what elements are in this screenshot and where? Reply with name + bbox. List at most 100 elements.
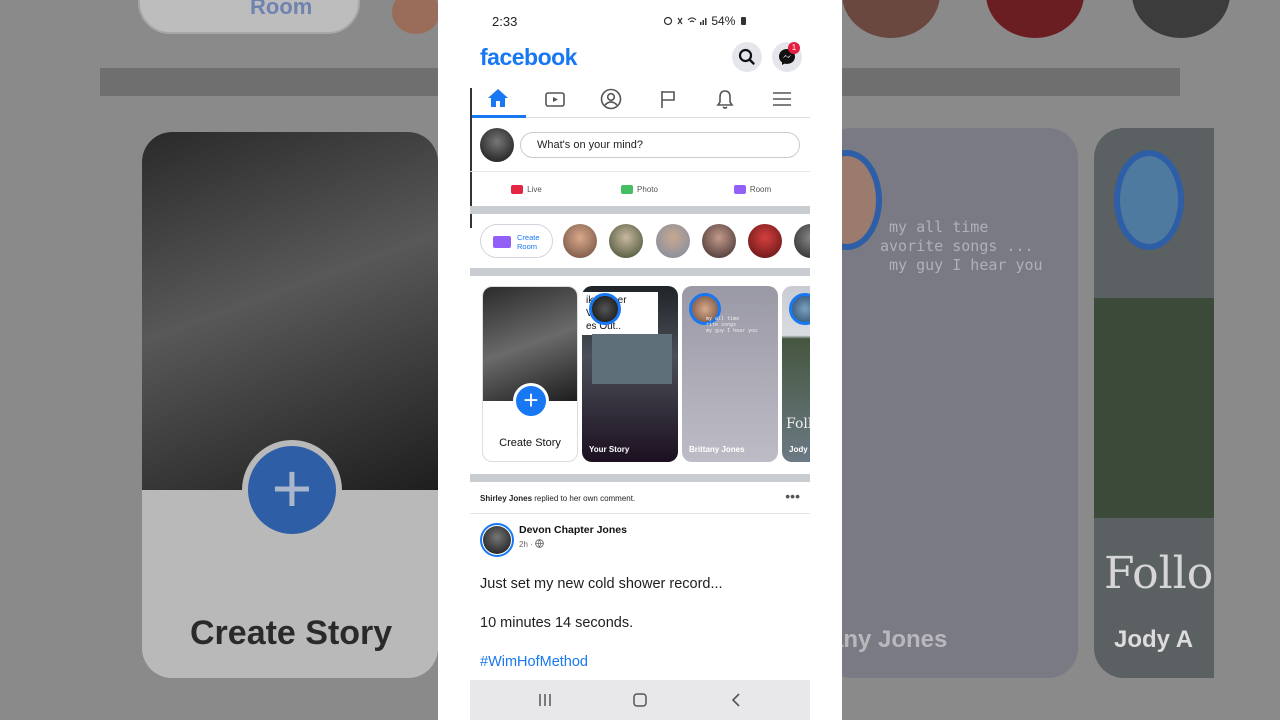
background-divider <box>100 68 438 96</box>
background-story-card: Follo Jody A <box>1094 128 1214 678</box>
live-button[interactable]: Live <box>470 172 583 206</box>
post-meta: 2h · <box>519 539 544 549</box>
flag-icon <box>661 91 675 108</box>
room-avatar[interactable] <box>656 224 690 258</box>
recents-icon <box>539 694 551 706</box>
create-room-label: Create Room <box>517 233 540 251</box>
post-text-line: 10 minutes 14 seconds. <box>480 615 634 631</box>
profile-icon <box>600 88 622 110</box>
bell-icon <box>716 90 734 109</box>
video-frame: Room + Create Story my all time avorite … <box>0 0 1280 720</box>
tab-pages[interactable] <box>640 80 696 118</box>
home-nav-button[interactable] <box>610 680 670 720</box>
tab-watch[interactable] <box>527 80 583 118</box>
post-composer: What's on your mind? <box>470 120 810 172</box>
room-avatar[interactable] <box>794 224 810 258</box>
avatar[interactable] <box>483 526 511 554</box>
post-header: Devon Chapter Jones 2h · <box>470 514 810 564</box>
background-create-story-card: + Create Story <box>142 132 438 678</box>
facebook-logo[interactable]: facebook <box>480 44 577 71</box>
room-icon <box>733 184 746 194</box>
room-avatar[interactable] <box>563 224 597 258</box>
phone-screen: 2:33 54% facebook 1 What's on your mind?… <box>438 0 842 720</box>
story-card[interactable]: ike Other Virus, es Out.. Your Story <box>582 286 678 462</box>
status-time: 2:33 <box>492 14 518 29</box>
background-story-avatar <box>1114 150 1184 250</box>
nav-tabs <box>470 80 810 118</box>
story-avatar <box>589 293 621 325</box>
story-avatar <box>789 293 810 325</box>
status-signal-icons <box>663 16 707 26</box>
back-button[interactable] <box>706 680 766 720</box>
tab-notifications[interactable] <box>697 80 753 118</box>
room-avatar[interactable] <box>702 224 736 258</box>
section-divider <box>470 268 810 276</box>
background-blob <box>392 0 438 34</box>
create-story-card[interactable]: + Create Story <box>482 286 578 462</box>
hamburger-icon <box>773 92 791 106</box>
android-nav-bar <box>470 680 810 720</box>
app-header: facebook 1 <box>470 40 842 80</box>
more-options-icon[interactable]: ••• <box>785 488 800 504</box>
story-caption: Follo <box>786 416 810 432</box>
background-right: my all time avorite songs ... my guy I h… <box>842 0 1280 720</box>
battery-percent: 54% <box>711 14 736 28</box>
whats-on-your-mind-input[interactable]: What's on your mind? <box>520 132 800 158</box>
room-avatar[interactable] <box>748 224 782 258</box>
background-story-caption: Follo <box>1104 548 1214 599</box>
live-label: Live <box>527 184 542 194</box>
search-button[interactable] <box>732 42 762 72</box>
photo-button[interactable]: Photo <box>583 172 696 206</box>
messenger-badge: 1 <box>788 42 800 54</box>
background-room-avatar <box>986 0 1084 38</box>
video-icon <box>545 92 565 107</box>
tab-home[interactable] <box>470 80 526 118</box>
post-text-line: Just set my new cold shower record... <box>480 576 723 592</box>
back-chevron-icon <box>731 693 740 707</box>
live-icon <box>511 184 524 194</box>
create-room-button[interactable]: Create Room <box>480 224 553 258</box>
video-camera-icon <box>493 236 511 248</box>
post-time[interactable]: 2h <box>519 540 528 549</box>
background-room-avatar <box>842 0 940 38</box>
room-avatar[interactable] <box>609 224 643 258</box>
background-story-name: tany Jones <box>842 626 948 653</box>
stories-row: + Create Story ike Other Virus, es Out..… <box>470 276 810 472</box>
hashtag-link[interactable]: #WimHofMethod <box>480 654 588 670</box>
background-story-avatar <box>842 150 882 250</box>
background-create-story-label: Create Story <box>190 614 393 652</box>
story-name: Your Story <box>589 445 630 454</box>
room-button[interactable]: Room <box>696 172 809 206</box>
avatar[interactable] <box>480 128 514 162</box>
plus-icon: + <box>513 383 549 419</box>
background-room-avatar <box>1132 0 1230 38</box>
post-author[interactable]: Devon Chapter Jones <box>519 524 627 536</box>
photo-icon <box>621 184 634 194</box>
story-card[interactable]: Follo Jody A <box>782 286 810 462</box>
notice-actor[interactable]: Shirley Jones <box>480 494 532 503</box>
recent-apps-button[interactable] <box>515 680 575 720</box>
background-story-caption: my all time avorite songs ... my guy I h… <box>880 218 1043 274</box>
home-icon <box>488 88 508 107</box>
story-name: Brittany Jones <box>689 445 745 454</box>
background-left: Room + Create Story <box>0 0 438 720</box>
tab-menu[interactable] <box>754 80 810 118</box>
photo-label: Photo <box>637 184 658 194</box>
background-room-label: Room <box>250 0 313 19</box>
section-divider <box>470 474 810 482</box>
search-icon <box>738 48 755 65</box>
background-story-name: Jody A <box>1114 626 1194 653</box>
story-card[interactable]: my all time rite songs my guy I hear you… <box>682 286 778 462</box>
composer-actions: Live Photo Room <box>470 172 810 206</box>
tab-profile[interactable] <box>583 80 639 118</box>
globe-icon <box>535 539 544 548</box>
story-caption: my all time rite songs my guy I hear you <box>706 316 758 334</box>
story-name: Jody A <box>789 445 810 454</box>
background-plus-icon: + <box>242 440 342 540</box>
background-room-pill: Room <box>138 0 360 34</box>
activity-notice: Shirley Jones replied to her own comment… <box>470 484 810 514</box>
section-divider <box>470 206 810 214</box>
background-story-photo <box>1094 298 1214 518</box>
status-icons: 54% <box>663 14 746 28</box>
notice-text: replied to her own comment. <box>532 494 636 503</box>
